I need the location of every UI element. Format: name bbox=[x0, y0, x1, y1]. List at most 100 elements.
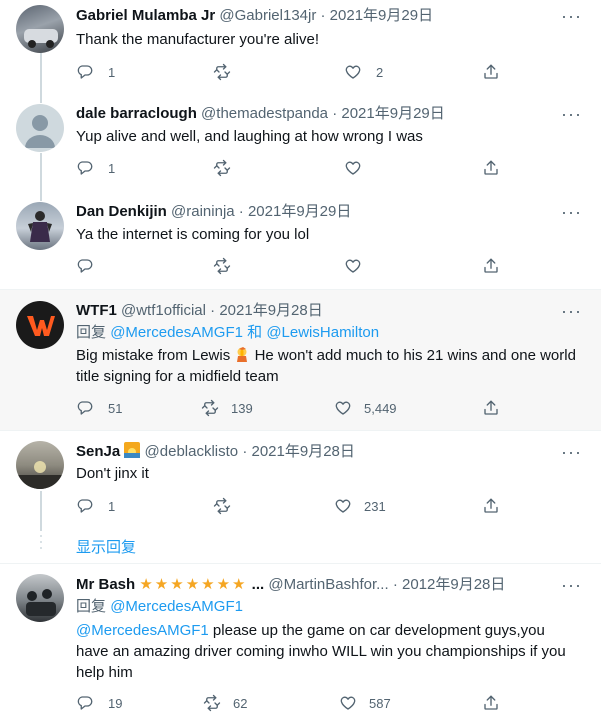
retweet-button[interactable] bbox=[213, 156, 231, 180]
mention-link[interactable]: @MercedesAMGF1 bbox=[76, 622, 209, 639]
more-options-icon[interactable]: ··· bbox=[561, 105, 581, 127]
author-handle[interactable]: @wtf1official bbox=[121, 302, 206, 319]
reply-button[interactable]: 1 bbox=[76, 156, 115, 180]
retweet-icon bbox=[201, 399, 219, 417]
like-button[interactable]: 231 bbox=[334, 494, 386, 518]
thread-line bbox=[40, 50, 42, 97]
like-count: 587 bbox=[369, 695, 391, 711]
reply-icon bbox=[76, 694, 94, 712]
more-options-icon[interactable]: ··· bbox=[561, 203, 581, 225]
sunrise-emoji-icon bbox=[124, 442, 141, 458]
like-count: 5,449 bbox=[364, 400, 397, 416]
tweet-senja[interactable]: SenJa @deblacklisto · 2021年9月28日 ··· Don… bbox=[0, 431, 601, 531]
separator-dot: · bbox=[238, 203, 244, 220]
thread-line bbox=[40, 153, 42, 194]
retweet-button[interactable] bbox=[213, 494, 231, 518]
author-handle[interactable]: @Gabriel134jr bbox=[219, 7, 316, 24]
tweet-wtf1[interactable]: WTF1 @wtf1official · 2021年9月28日 ··· 回复 @… bbox=[0, 290, 601, 430]
author-name[interactable]: Dan Denkijin bbox=[76, 203, 167, 220]
heart-icon bbox=[344, 159, 362, 177]
more-options-icon[interactable]: ··· bbox=[561, 7, 581, 29]
author-handle[interactable]: @raininja bbox=[171, 203, 235, 220]
mention-link[interactable]: @MercedesAMGF1 bbox=[110, 324, 243, 341]
mention-link[interactable]: @MercedesAMGF1 bbox=[110, 598, 243, 615]
like-button[interactable]: 2 bbox=[344, 60, 383, 84]
author-handle[interactable]: @themadestpanda bbox=[201, 105, 328, 122]
share-button[interactable] bbox=[482, 691, 500, 715]
tweet-mrbash[interactable]: Mr Bash ★★★★★★★ ... @MartinBashfor... · … bbox=[0, 564, 601, 716]
tweet-actions: 1 231 bbox=[76, 494, 506, 518]
like-count: 231 bbox=[364, 498, 386, 514]
more-options-icon[interactable]: ··· bbox=[561, 443, 581, 465]
star-emojis: ★★★★★★★ bbox=[139, 576, 248, 593]
retweet-count: 139 bbox=[231, 400, 253, 416]
reply-button[interactable]: 1 bbox=[76, 494, 115, 518]
like-button[interactable]: 587 bbox=[339, 691, 391, 715]
like-button[interactable] bbox=[344, 254, 362, 278]
timestamp[interactable]: 2021年9月29日 bbox=[330, 7, 433, 24]
separator-dot: · bbox=[332, 105, 338, 122]
tweet-dan[interactable]: Dan Denkijin @raininja · 2021年9月29日 ··· … bbox=[0, 194, 601, 289]
author-name[interactable]: Mr Bash bbox=[76, 576, 135, 593]
name-ellipsis: ... bbox=[251, 576, 265, 593]
reply-count: 51 bbox=[108, 400, 123, 416]
reply-icon bbox=[76, 159, 94, 177]
reply-icon bbox=[76, 497, 94, 515]
retweet-count: 62 bbox=[233, 695, 248, 711]
reply-button[interactable]: 19 bbox=[76, 691, 122, 715]
share-button[interactable] bbox=[482, 254, 500, 278]
author-name[interactable]: SenJa bbox=[76, 443, 120, 460]
timestamp[interactable]: 2012年9月28日 bbox=[402, 576, 505, 593]
tweet-text-part: Big mistake from Lewis bbox=[76, 347, 231, 364]
reply-button[interactable]: 1 bbox=[76, 60, 115, 84]
timestamp[interactable]: 2021年9月28日 bbox=[252, 443, 355, 460]
tweet-text: Yup alive and well, and laughing at how … bbox=[76, 128, 423, 145]
author-name[interactable]: Gabriel Mulamba Jr bbox=[76, 7, 215, 24]
timestamp[interactable]: 2021年9月28日 bbox=[219, 302, 322, 319]
avatar[interactable] bbox=[16, 202, 64, 250]
reply-button[interactable] bbox=[76, 254, 94, 278]
separator-dot: · bbox=[242, 443, 248, 460]
author-handle[interactable]: @MartinBashfor... bbox=[268, 576, 388, 593]
retweet-button[interactable]: 139 bbox=[201, 396, 253, 420]
share-button[interactable] bbox=[482, 60, 500, 84]
author-handle[interactable]: @deblacklisto bbox=[145, 443, 239, 460]
author-name[interactable]: WTF1 bbox=[76, 302, 117, 319]
tweet-text: Don't jinx it bbox=[76, 465, 149, 482]
avatar-wtf1-logo[interactable] bbox=[16, 301, 64, 349]
share-button[interactable] bbox=[482, 494, 500, 518]
more-options-icon[interactable]: ··· bbox=[561, 302, 581, 324]
retweet-button[interactable]: 62 bbox=[203, 691, 247, 715]
mention-link[interactable]: @LewisHamilton bbox=[266, 324, 379, 341]
heart-icon bbox=[339, 694, 357, 712]
avatar[interactable] bbox=[16, 5, 64, 53]
share-button[interactable] bbox=[482, 396, 500, 420]
reply-button[interactable]: 51 bbox=[76, 396, 122, 420]
tweet-dale[interactable]: dale barraclough @themadestpanda · 2021年… bbox=[0, 97, 601, 194]
share-icon bbox=[482, 159, 500, 177]
show-replies-link[interactable]: 显示回复 bbox=[76, 536, 136, 557]
reply-icon bbox=[76, 399, 94, 417]
share-button[interactable] bbox=[482, 156, 500, 180]
tweet-gabriel[interactable]: Gabriel Mulamba Jr @Gabriel134jr · 2021年… bbox=[0, 0, 601, 97]
thread-line bbox=[40, 491, 42, 531]
retweet-icon bbox=[213, 497, 231, 515]
replying-to: 回复 @MercedesAMGF1 和 @LewisHamilton bbox=[76, 323, 379, 343]
timestamp[interactable]: 2021年9月29日 bbox=[248, 203, 351, 220]
avatar[interactable] bbox=[16, 441, 64, 489]
like-button[interactable]: 5,449 bbox=[334, 396, 397, 420]
retweet-icon bbox=[213, 159, 231, 177]
more-options-icon[interactable]: ··· bbox=[561, 576, 581, 598]
tweet-text: Thank the manufacturer you're alive! bbox=[76, 31, 319, 48]
retweet-button[interactable] bbox=[213, 60, 231, 84]
tweet-actions: 1 2 bbox=[76, 60, 506, 84]
like-button[interactable] bbox=[344, 156, 362, 180]
retweet-icon bbox=[213, 63, 231, 81]
retweet-button[interactable] bbox=[213, 254, 231, 278]
avatar[interactable] bbox=[16, 104, 64, 152]
avatar[interactable] bbox=[16, 574, 64, 622]
share-icon bbox=[482, 257, 500, 275]
reply-count: 1 bbox=[108, 64, 116, 80]
author-name[interactable]: dale barraclough bbox=[76, 105, 197, 122]
timestamp[interactable]: 2021年9月29日 bbox=[341, 105, 444, 122]
